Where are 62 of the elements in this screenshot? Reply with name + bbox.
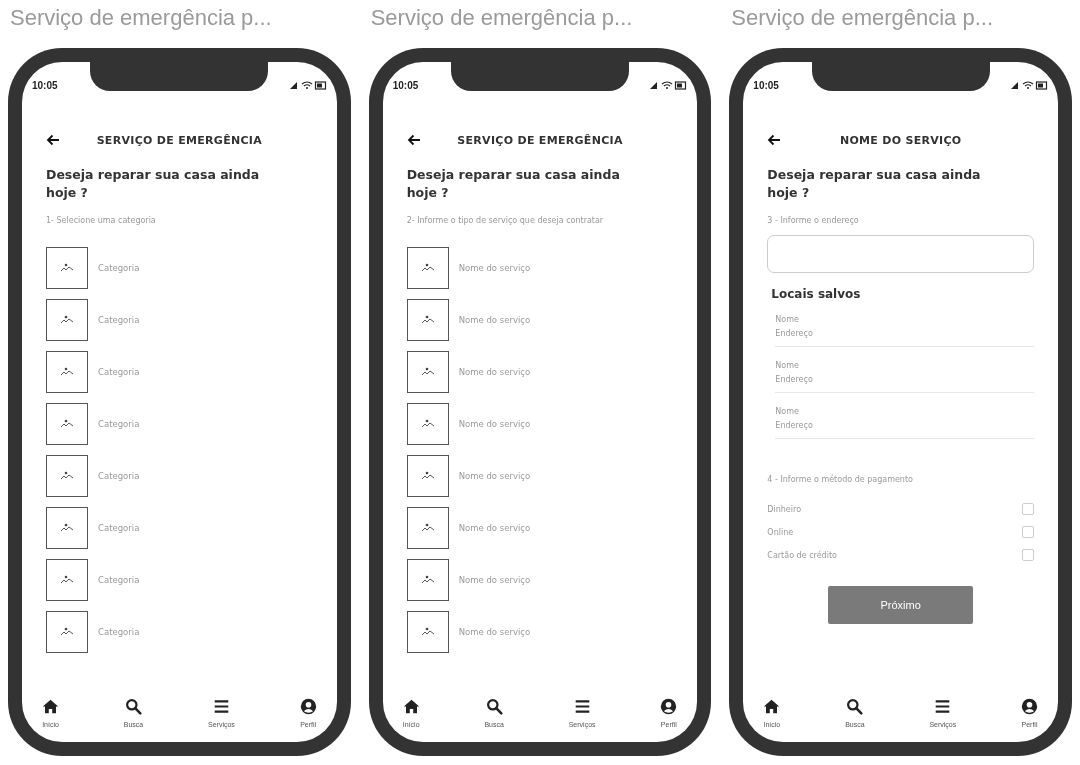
list-item[interactable]: Categoria [46,247,313,289]
step-label: 3 - Informe o endereço [767,216,860,225]
item-label: Categoria [98,263,140,273]
screen-caption: Serviço de emergência p... [370,4,634,32]
question-heading: Deseja reparar sua casa ainda hoje ? [767,166,982,202]
item-label: Categoria [98,471,140,481]
location-name: Nome [775,315,800,324]
step-label: 4 - Informe o método de pagamento [767,475,914,484]
location-name: Nome [775,407,800,416]
list-item[interactable]: Nome do serviço [406,403,674,445]
list-item[interactable]: Categoria [46,559,313,601]
section-title: Locais salvos [771,287,862,301]
list-item[interactable]: Nome do serviço [406,351,674,393]
status-time: 10:05 [392,79,419,91]
item-label: Nome do serviço [458,471,531,481]
question-heading: Deseja reparar sua casa ainda hoje ? [46,166,261,202]
item-label: Categoria [98,315,140,325]
location-name: Nome [775,361,800,370]
list-item[interactable]: Categoria [46,351,313,393]
screen-caption: Serviço de emergência p... [10,4,273,32]
list-item[interactable]: Nome do serviço [406,507,674,549]
step-label: 1- Selecione uma categoria [46,216,157,225]
list-item[interactable]: Nome do serviço [406,299,674,341]
saved-location[interactable]: Nome Endereço [775,407,1034,439]
next-button[interactable]: Próximo [828,586,974,624]
question-heading: Deseja reparar sua casa ainda hoje ? [406,166,621,202]
list-item[interactable]: Categoria [46,455,313,497]
list-item[interactable]: Nome do serviço [406,559,674,601]
option-label: Cartão de crédito [767,550,837,560]
status-time: 10:05 [32,79,58,91]
screen-title: SERVIÇO DE EMERGÊNCIA [456,133,624,147]
item-label: Nome do serviço [458,315,531,325]
item-label: Categoria [98,419,140,429]
list-item[interactable]: Categoria [46,611,313,653]
item-label: Categoria [98,627,140,637]
list-item[interactable]: Nome do serviço [406,455,674,497]
location-address: Endereço [775,375,814,384]
status-time: 10:05 [753,79,779,91]
list-item[interactable]: Nome do serviço [406,611,674,653]
item-label: Nome do serviço [458,523,531,533]
saved-location[interactable]: Nome Endereço [775,361,1034,393]
saved-location[interactable]: Nome Endereço [775,315,1034,347]
item-label: Nome do serviço [458,367,531,377]
item-label: Nome do serviço [458,263,531,273]
item-label: Nome do serviço [458,575,531,585]
screen-caption: Serviço de emergência p... [731,4,995,32]
screen-title: NOME DO SERVIÇO [838,133,963,147]
list-item[interactable]: Nome do serviço [406,247,674,289]
item-label: Nome do serviço [458,419,531,429]
list-item[interactable]: Categoria [46,507,313,549]
item-label: Categoria [98,575,140,585]
list-item[interactable]: Categoria [46,299,313,341]
step-label: 2- Informe o tipo de serviço que deseja contratar [406,216,605,225]
list-item[interactable]: Categoria [46,403,313,445]
item-label: Categoria [98,523,140,533]
location-address: Endereço [775,421,814,430]
item-label: Nome do serviço [458,627,531,637]
location-address: Endereço [775,329,814,338]
item-label: Categoria [98,367,140,377]
option-label: Dinheiro [767,504,802,514]
screen-title: SERVIÇO DE EMERGÊNCIA [95,133,264,147]
option-label: Online [767,527,794,537]
